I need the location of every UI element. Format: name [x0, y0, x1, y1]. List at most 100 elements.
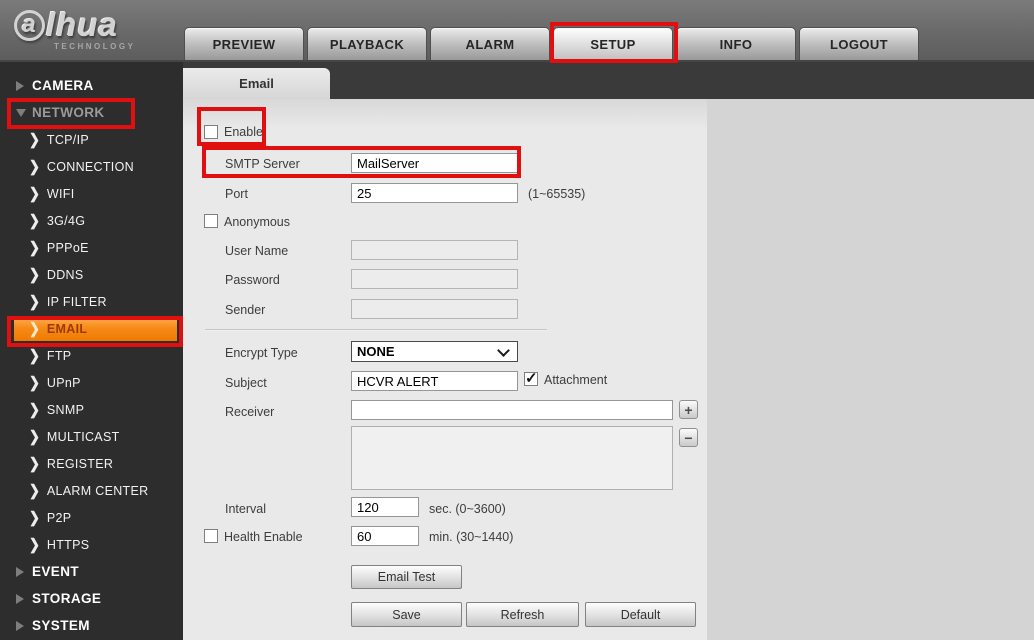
sidebar-item-connection[interactable]: ❯CONNECTION: [0, 153, 183, 180]
sidebar-item-label: P2P: [47, 511, 72, 525]
receiver-label: Receiver: [225, 405, 274, 419]
subject-input[interactable]: [351, 371, 518, 391]
sidebar-item-register[interactable]: ❯ REGISTER: [0, 450, 183, 477]
remove-receiver-button[interactable]: −: [679, 428, 698, 447]
sidebar-item-event[interactable]: EVENT: [0, 558, 183, 585]
collapsed-arrow-icon: [16, 567, 24, 577]
sidebar-item-pppoe[interactable]: ❯PPPoE: [0, 234, 183, 261]
sidebar-item-label: ALARM CENTER: [47, 484, 149, 498]
chevron-right-icon: ❯: [29, 400, 40, 418]
sidebar-item-tcpip[interactable]: ❯ TCP/IP: [0, 126, 183, 153]
chevron-right-icon: ❯: [29, 265, 40, 283]
health-enable-hint: min. (30~1440): [429, 530, 513, 544]
sidebar-item-label: TCP/IP: [47, 133, 89, 147]
anonymous-label: Anonymous: [224, 215, 290, 229]
plus-icon: +: [684, 402, 692, 418]
sidebar-item-label: IP FILTER: [47, 295, 107, 309]
sidebar-item-3g4g[interactable]: ❯ 3G/4G: [0, 207, 183, 234]
chevron-right-icon: ❯: [29, 535, 40, 553]
chevron-right-icon: ❯: [29, 508, 40, 526]
sidebar-item-label: SYSTEM: [32, 618, 90, 633]
user-name-input[interactable]: [351, 240, 518, 260]
sidebar-item-label: FTP: [47, 349, 72, 363]
dahua-logo-text: alhua: [14, 6, 164, 44]
sidebar-item-camera[interactable]: CAMERA: [0, 72, 183, 99]
sidebar-item-email[interactable]: ❯EMAIL: [14, 316, 177, 341]
sender-label: Sender: [225, 303, 265, 317]
nav-tab-playback[interactable]: PLAYBACK: [307, 27, 427, 60]
port-range-hint: (1~65535): [528, 187, 585, 201]
health-enable-input[interactable]: [351, 526, 419, 546]
sidebar-item-snmp[interactable]: ❯ SNMP: [0, 396, 183, 423]
email-test-button[interactable]: Email Test: [351, 565, 462, 589]
chevron-right-icon: ❯: [29, 454, 40, 472]
attachment-label: Attachment: [544, 373, 607, 387]
encrypt-type-value: NONE: [357, 344, 395, 359]
dahua-logo-subtitle: TECHNOLOGY: [54, 42, 164, 51]
port-input[interactable]: [351, 183, 518, 203]
health-enable-checkbox[interactable]: [204, 529, 218, 543]
sidebar-item-network[interactable]: NETWORK: [0, 99, 183, 126]
chevron-right-icon: ❯: [29, 346, 40, 364]
sidebar-item-p2p[interactable]: ❯ P2P: [0, 504, 183, 531]
default-button[interactable]: Default: [585, 602, 696, 627]
smtp-server-input[interactable]: [351, 153, 518, 173]
sidebar-item-ip-filter[interactable]: ❯ IP FILTER: [0, 288, 183, 315]
chevron-right-icon: ❯: [29, 481, 40, 499]
chevron-right-icon: ❯: [29, 373, 40, 391]
nav-tab-logout[interactable]: LOGOUT: [799, 27, 919, 60]
save-button[interactable]: Save: [351, 602, 462, 627]
sidebar-item-wifi[interactable]: ❯ WIFI: [0, 180, 183, 207]
receiver-input[interactable]: [351, 400, 673, 420]
collapsed-arrow-icon: [16, 81, 24, 91]
sidebar-item-storage[interactable]: STORAGE: [0, 585, 183, 612]
sidebar-item-alarm-center[interactable]: ❯ ALARM CENTER: [0, 477, 183, 504]
sidebar-item-label: MULTICAST: [47, 430, 120, 444]
enable-checkbox[interactable]: [204, 125, 218, 139]
sidebar-item-multicast[interactable]: ❯MULTICAST: [0, 423, 183, 450]
sidebar-item-label: NETWORK: [32, 105, 105, 120]
sidebar-item-https[interactable]: ❯ HTTPS: [0, 531, 183, 558]
interval-input[interactable]: [351, 497, 419, 517]
collapsed-arrow-icon: [16, 594, 24, 604]
nav-tab-setup[interactable]: SETUP: [553, 27, 673, 60]
tab-email[interactable]: Email: [183, 68, 330, 99]
attachment-checkbox[interactable]: ✓: [524, 372, 538, 386]
sender-input[interactable]: [351, 299, 518, 319]
dahua-logo: alhua TECHNOLOGY: [14, 6, 164, 51]
nav-tab-preview[interactable]: PREVIEW: [184, 27, 304, 60]
password-label: Password: [225, 273, 280, 287]
chevron-right-icon: ❯: [29, 292, 40, 310]
sidebar-item-ddns[interactable]: ❯ DDNS: [0, 261, 183, 288]
header-bar: alhua TECHNOLOGY PREVIEW PLAYBACK ALARM …: [0, 0, 1034, 62]
sidebar-item-system[interactable]: SYSTEM: [0, 612, 183, 639]
sidebar-item-label: CONNECTION: [47, 160, 134, 174]
sidebar-item-label: HTTPS: [47, 538, 89, 552]
receiver-list[interactable]: [351, 426, 673, 490]
sidebar-item-label: SNMP: [47, 403, 84, 417]
sidebar-item-upnp[interactable]: ❯UPnP: [0, 369, 183, 396]
sidebar-item-label: EMAIL: [47, 322, 87, 336]
nav-tab-alarm[interactable]: ALARM: [430, 27, 550, 60]
chevron-right-icon: ❯: [29, 130, 40, 148]
refresh-button[interactable]: Refresh: [466, 602, 579, 627]
sidebar-item-label: DDNS: [47, 268, 84, 282]
sidebar-item-label: STORAGE: [32, 591, 101, 606]
sidebar-item-label: REGISTER: [47, 457, 113, 471]
chevron-right-icon: ❯: [29, 211, 40, 229]
section-divider: [205, 329, 547, 331]
password-input[interactable]: [351, 269, 518, 289]
encrypt-type-select[interactable]: NONE: [351, 341, 518, 362]
sidebar-item-label: EVENT: [32, 564, 79, 579]
sidebar-item-label: WIFI: [47, 187, 75, 201]
sidebar-item-ftp[interactable]: ❯ FTP: [0, 342, 183, 369]
port-label: Port: [225, 187, 248, 201]
interval-hint: sec. (0~3600): [429, 502, 506, 516]
sidebar-item-label: 3G/4G: [47, 214, 85, 228]
health-enable-label: Health Enable: [224, 530, 303, 544]
chevron-right-icon: ❯: [29, 184, 40, 202]
checkmark-icon: ✓: [525, 369, 538, 387]
add-receiver-button[interactable]: +: [679, 400, 698, 419]
nav-tab-info[interactable]: INFO: [676, 27, 796, 60]
anonymous-checkbox[interactable]: [204, 214, 218, 228]
